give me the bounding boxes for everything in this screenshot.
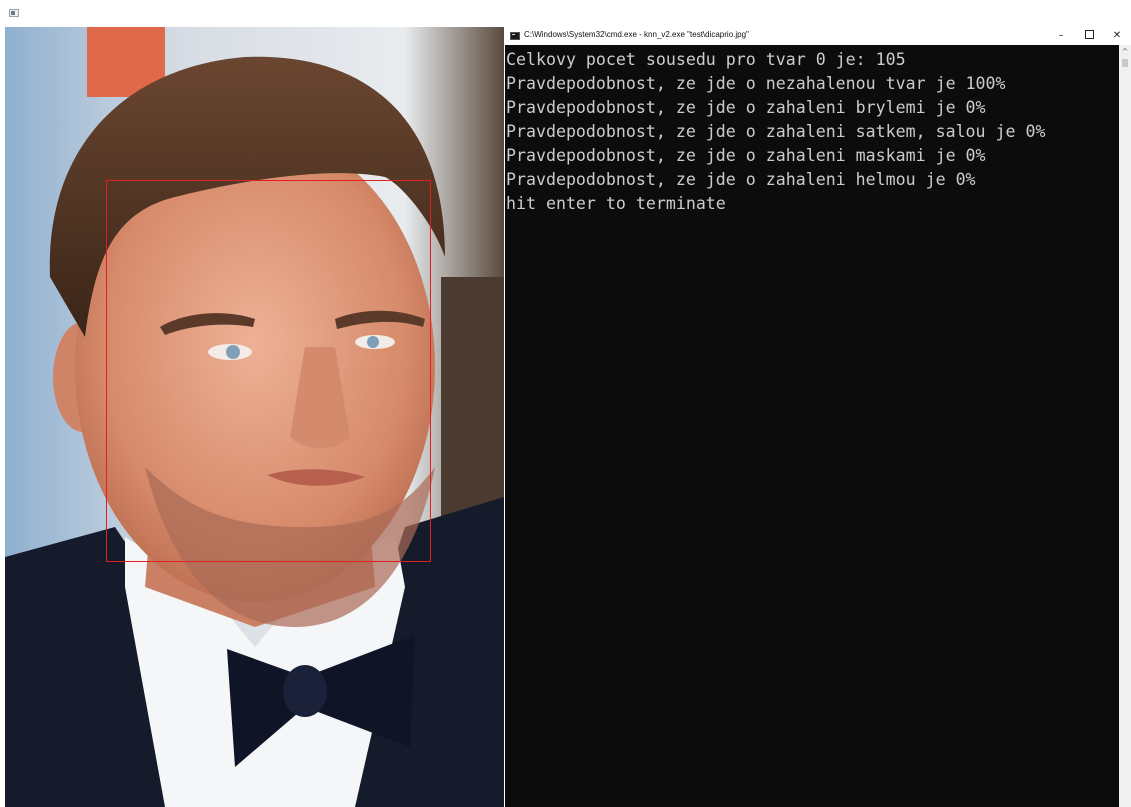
viewer-titlebar [0, 0, 1131, 26]
maximize-icon [1084, 29, 1094, 39]
vertical-scrollbar[interactable]: ^ [1119, 45, 1131, 807]
console-line: Pravdepodobnost, ze jde o zahaleni satke… [506, 122, 1046, 141]
cmd-icon [510, 32, 520, 40]
console-line: Pravdepodobnost, ze jde o zahaleni bryle… [506, 98, 986, 117]
scroll-thumb[interactable] [1122, 59, 1128, 67]
console-titlebar[interactable]: C:\Windows\System32\cmd.exe - knn_v2.exe… [505, 27, 1131, 45]
console-output[interactable]: Celkovy pocet sousedu pro tvar 0 je: 105… [505, 45, 1117, 807]
portrait-photo [5, 27, 504, 807]
console-line: Pravdepodobnost, ze jde o nezahalenou tv… [506, 74, 1006, 93]
face-detection-box [106, 180, 431, 562]
console-title: C:\Windows\System32\cmd.exe - knn_v2.exe… [524, 30, 749, 39]
maximize-button[interactable] [1075, 27, 1103, 45]
console-line: Pravdepodobnost, ze jde o zahaleni helmo… [506, 170, 976, 189]
console-window: C:\Windows\System32\cmd.exe - knn_v2.exe… [505, 27, 1131, 807]
console-line: hit enter to terminate [506, 194, 726, 213]
image-viewer-icon [9, 9, 19, 17]
close-button[interactable]: ✕ [1103, 27, 1131, 45]
console-line: Celkovy pocet sousedu pro tvar 0 je: 105 [506, 50, 906, 69]
scroll-up-icon[interactable]: ^ [1119, 47, 1131, 57]
minimize-button[interactable]: – [1047, 27, 1075, 45]
console-line: Pravdepodobnost, ze jde o zahaleni maska… [506, 146, 986, 165]
